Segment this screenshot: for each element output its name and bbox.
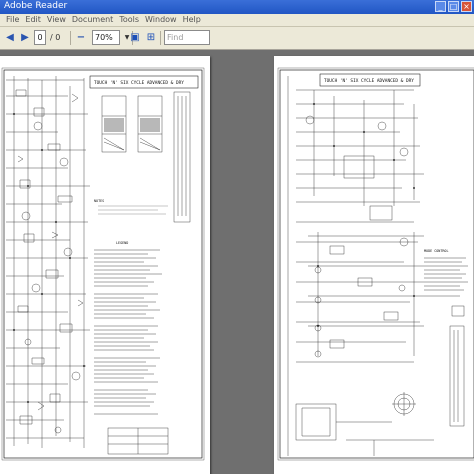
zoom-out-icon[interactable]: −	[74, 30, 88, 45]
find-input[interactable]: Find	[164, 30, 210, 45]
notes-heading: NOTES	[94, 199, 104, 203]
toolbar-divider	[70, 31, 71, 45]
page-number-input[interactable]: 0	[34, 30, 46, 45]
menu-document[interactable]: Document	[72, 15, 113, 24]
window-controls: _ □ ×	[435, 1, 472, 12]
menu-bar: File Edit View Document Tools Window Help	[0, 14, 474, 27]
page-total-label: / 0	[50, 33, 61, 42]
toolbar-divider	[160, 31, 161, 45]
menu-window[interactable]: Window	[145, 15, 177, 24]
menu-edit[interactable]: Edit	[25, 15, 41, 24]
mode-heading: MODE CONTROL	[424, 249, 449, 253]
schematic-page-2: TOUCH 'N' SIX CYCLE ADVANCED & DRY MODE …	[277, 67, 474, 461]
menu-file[interactable]: File	[6, 15, 19, 24]
minimize-button[interactable]: _	[435, 1, 446, 12]
zoom-input[interactable]: 70%	[92, 30, 120, 45]
document-viewer[interactable]: TOUCH 'N' SIX CYCLE ADVANCED & DRY NOTES…	[0, 50, 474, 474]
menu-tools[interactable]: Tools	[119, 15, 139, 24]
fit-page-icon[interactable]: ▣	[128, 30, 142, 45]
legend-heading: LEGEND	[116, 241, 128, 245]
fit-width-icon[interactable]: ⊞	[144, 30, 158, 45]
schematic-page-1: TOUCH 'N' SIX CYCLE ADVANCED & DRY NOTES…	[1, 67, 205, 461]
pdf-page-2: TOUCH 'N' SIX CYCLE ADVANCED & DRY MODE …	[274, 56, 474, 474]
page1-title: TOUCH 'N' SIX CYCLE ADVANCED & DRY	[94, 80, 184, 86]
close-button[interactable]: ×	[461, 1, 472, 12]
next-page-icon[interactable]: ▶	[18, 30, 32, 45]
maximize-button[interactable]: □	[448, 1, 459, 12]
page2-title: TOUCH 'N' SIX CYCLE ADVANCED & DRY	[324, 78, 414, 84]
window-title: Adobe Reader	[4, 1, 68, 11]
toolbar: ◀ ▶ 0 / 0 − 70% ▼ ▣ ⊞ Find	[0, 27, 474, 50]
pdf-page-1: TOUCH 'N' SIX CYCLE ADVANCED & DRY NOTES…	[0, 56, 210, 474]
window-title-bar: Adobe Reader _ □ ×	[0, 0, 474, 14]
previous-page-icon[interactable]: ◀	[3, 30, 17, 45]
menu-help[interactable]: Help	[183, 15, 201, 24]
menu-view[interactable]: View	[47, 15, 66, 24]
